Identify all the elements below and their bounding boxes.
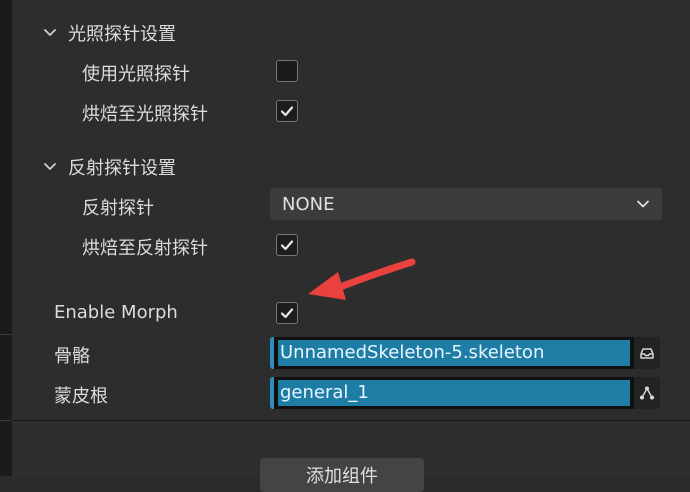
- chevron-down-icon[interactable]: [42, 25, 58, 41]
- check-icon: [280, 240, 294, 251]
- chevron-down-icon[interactable]: [42, 159, 58, 175]
- reflection-probe-label: 反射探针: [82, 198, 154, 219]
- reflection-probe-select[interactable]: NONE: [270, 188, 662, 220]
- enable-morph-label: Enable Morph: [54, 302, 178, 323]
- chevron-down-icon: [637, 200, 649, 208]
- light-probe-section-header[interactable]: 光照探针设置: [42, 20, 342, 46]
- asset-locate-button[interactable]: [634, 337, 660, 369]
- check-icon: [280, 106, 294, 117]
- inspector-panel: 光照探针设置 使用光照探针 烘焙至光照探针 反射探针设置 反射探针 NONE 烘…: [12, 0, 690, 492]
- section-divider: [12, 420, 690, 421]
- node-type-bar: [270, 377, 274, 409]
- bake-to-reflection-probe-label: 烘焙至反射探针: [82, 238, 208, 259]
- node-locate-button[interactable]: [634, 377, 660, 409]
- asset-folder-icon: [640, 348, 654, 359]
- bake-to-reflection-probe-checkbox[interactable]: [276, 234, 298, 256]
- left-panel-divider: [0, 420, 12, 421]
- light-probe-section-title: 光照探针设置: [68, 24, 176, 45]
- use-light-probe-checkbox[interactable]: [276, 60, 298, 82]
- reflection-probe-section-header[interactable]: 反射探针设置: [42, 154, 342, 180]
- bake-to-light-probe-checkbox[interactable]: [276, 100, 298, 122]
- bake-to-light-probe-label: 烘焙至光照探针: [82, 104, 208, 125]
- asset-type-bar: [270, 337, 274, 369]
- add-component-button[interactable]: 添加组件: [260, 458, 424, 492]
- node-tree-icon: [640, 386, 654, 400]
- skeleton-value[interactable]: UnnamedSkeleton-5.skeleton: [278, 340, 630, 366]
- skin-root-node-field[interactable]: general_1: [270, 377, 660, 409]
- use-light-probe-label: 使用光照探针: [82, 64, 190, 85]
- skeleton-label: 骨骼: [54, 346, 90, 367]
- skeleton-asset-field[interactable]: UnnamedSkeleton-5.skeleton: [270, 337, 660, 369]
- reflection-probe-select-value: NONE: [282, 193, 335, 215]
- check-icon: [280, 308, 294, 319]
- skin-root-value[interactable]: general_1: [278, 380, 630, 406]
- reflection-probe-section-title: 反射探针设置: [68, 158, 176, 179]
- left-panel-divider: [0, 334, 12, 335]
- enable-morph-checkbox[interactable]: [276, 302, 298, 324]
- skin-root-label: 蒙皮根: [54, 386, 108, 407]
